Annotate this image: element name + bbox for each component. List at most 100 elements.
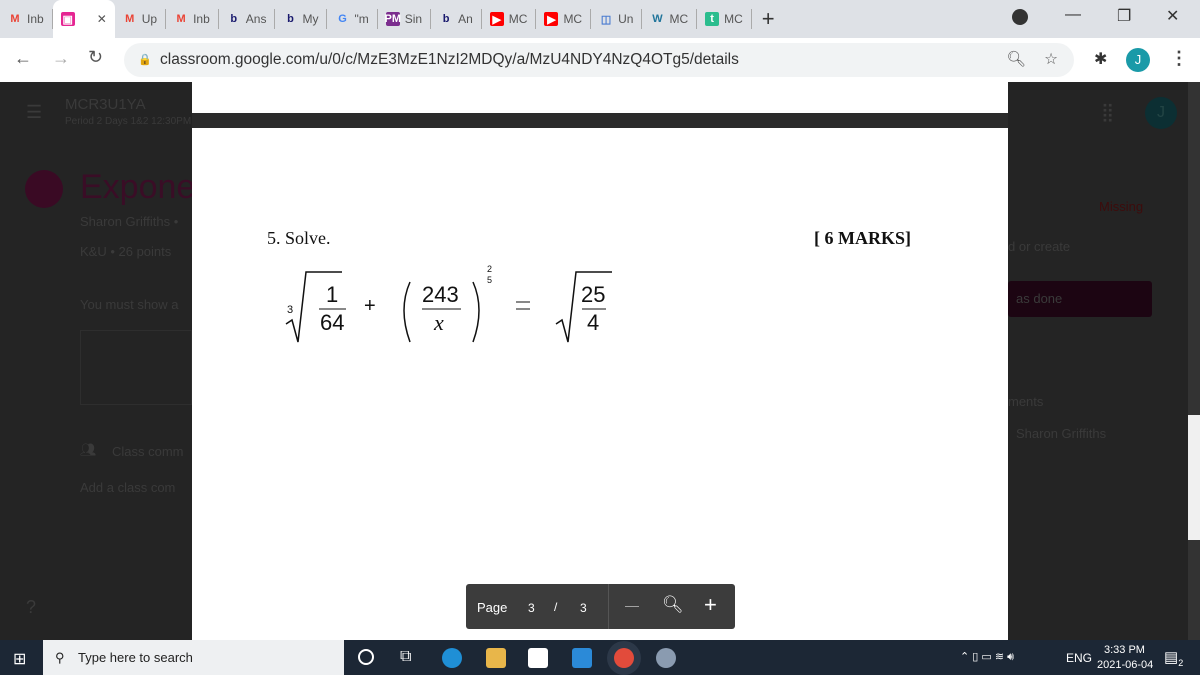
bartleby-icon: b	[287, 13, 294, 25]
profile-avatar[interactable]: J	[1126, 48, 1150, 72]
add-or-create-button[interactable]: d or create	[1008, 239, 1070, 254]
windows-start-icon[interactable]: ⊞	[13, 649, 26, 669]
clock-time[interactable]: 3:33 PM	[1104, 644, 1145, 656]
language-indicator[interactable]: ENG	[1066, 651, 1092, 665]
browser-tab[interactable]: ▶ MC	[482, 9, 537, 29]
apps-icon[interactable]: ⣿	[1101, 102, 1114, 123]
marks-label: [ 6 MARKS]	[814, 228, 911, 248]
tab-label: "m	[354, 12, 369, 26]
media-control-icon[interactable]	[1012, 9, 1028, 25]
chrome-icon[interactable]	[614, 648, 634, 668]
back-button[interactable]: ←	[14, 48, 32, 69]
edge-icon[interactable]	[442, 648, 462, 668]
page-label: Page	[477, 600, 508, 615]
url-text: classroom.google.com/u/0/c/MzE3MzE1NzI2M…	[160, 51, 739, 68]
taskbar: ⊞ ⚲ Type here to search ⧉ ⌃ ▯ ▭ ≋ 🔊︎ ENG …	[0, 640, 1200, 675]
close-window-button[interactable]: ✕	[1166, 6, 1179, 26]
private-comment-link[interactable]: Sharon Griffiths	[1016, 426, 1106, 441]
frac1-denominator: 64	[320, 310, 345, 335]
browser-tab[interactable]: M Up	[115, 9, 167, 29]
task-view-icon[interactable]: ⧉	[400, 648, 411, 666]
cortana-icon[interactable]	[358, 649, 374, 665]
browser-tab[interactable]: ▣ ✕	[52, 0, 115, 38]
search-placeholder: Type here to search	[78, 650, 193, 665]
tab-label: My	[302, 12, 319, 26]
tab-label: Inb	[27, 12, 44, 26]
hamburger-icon[interactable]: ☰	[26, 102, 42, 123]
people-icon: 👥︎	[80, 442, 97, 457]
file-explorer-icon[interactable]	[486, 648, 506, 668]
browser-tab[interactable]: b An	[431, 9, 482, 29]
close-tab-icon[interactable]: ✕	[97, 12, 107, 26]
reload-button[interactable]: ↻	[88, 47, 103, 68]
browser-tab[interactable]: G "m	[327, 9, 378, 29]
frac3-numerator: 25	[581, 282, 606, 307]
help-icon[interactable]: ?	[26, 597, 36, 618]
menu-icon[interactable]: ⋮	[1170, 48, 1188, 69]
youtube-icon: ▶	[489, 12, 504, 26]
zoom-icon[interactable]: 🔍︎	[1006, 43, 1026, 77]
browser-tab[interactable]: ▶ MC	[536, 9, 592, 29]
tab-label: MC	[563, 12, 583, 26]
notifications-icon[interactable]: ▤2	[1164, 648, 1183, 668]
page-separator: /	[554, 600, 558, 614]
add-class-comment-link[interactable]: Add a class com	[80, 480, 175, 495]
frac3-denominator: 4	[587, 310, 600, 335]
tab-label: MC	[669, 12, 689, 26]
tab-label: Up	[141, 12, 158, 26]
class-comments-label: Class comm	[112, 444, 184, 459]
page-controls: Page 3 / 3 — 🔍︎ +	[466, 584, 735, 629]
mail-icon[interactable]	[572, 648, 592, 668]
attachment-card[interactable]	[80, 330, 192, 405]
paint-icon[interactable]	[656, 648, 676, 668]
bartleby-icon: b	[230, 13, 238, 25]
restore-button[interactable]: ❐	[1117, 6, 1131, 26]
user-avatar[interactable]: J	[1145, 97, 1177, 129]
browser-tab[interactable]: M Inb	[166, 9, 219, 29]
document-viewer: 5. Solve. [ 6 MARKS] 3 1 64 + 243 x 2 5 …	[192, 82, 1008, 640]
tab-label: An	[458, 12, 473, 26]
frac2-denominator: x	[434, 310, 444, 335]
gmail-icon: M	[125, 13, 135, 25]
wordpress-icon: W	[652, 13, 663, 25]
url-input[interactable]: 🔒 classroom.google.com/u/0/c/MzE3MzE1NzI2…	[124, 43, 1074, 77]
browser-tab[interactable]: M Inb	[0, 9, 53, 29]
browser-tab[interactable]: b My	[275, 9, 328, 29]
bookmark-star-icon[interactable]: ☆	[1044, 43, 1058, 77]
mark-as-done-button[interactable]: as done	[1008, 281, 1152, 317]
equation: 3 1 64 + 243 x 2 5 25 4	[284, 262, 624, 352]
google-icon: G	[338, 13, 347, 25]
extensions-icon[interactable]: ✱	[1094, 49, 1107, 69]
t-icon: t	[705, 12, 720, 26]
zoom-in-button[interactable]: +	[704, 592, 717, 618]
assignment-icon	[25, 170, 63, 208]
browser-tab[interactable]: W MC	[642, 9, 698, 29]
exponent-denominator: 5	[487, 275, 493, 285]
minimize-button[interactable]: —	[1065, 6, 1081, 24]
scrollbar[interactable]	[1188, 82, 1200, 640]
store-icon[interactable]	[528, 648, 548, 668]
browser-tab[interactable]: t MC	[697, 9, 752, 29]
plus-sign: +	[364, 295, 376, 317]
browser-tab[interactable]: ◫ Un	[591, 9, 643, 29]
clock-date[interactable]: 2021-06-04	[1097, 659, 1153, 671]
forward-button[interactable]: →	[52, 48, 70, 69]
zoom-out-button[interactable]: —	[625, 597, 639, 613]
browser-tab[interactable]: b Ans	[219, 9, 276, 29]
browser-tab[interactable]: PM Sin	[378, 9, 432, 29]
exponent-numerator: 2	[487, 264, 493, 274]
new-tab-button[interactable]: +	[762, 6, 775, 32]
pm-icon: PM	[384, 12, 401, 26]
tray-icons[interactable]: ⌃ ▯ ▭ ≋ 🔊︎	[960, 650, 1014, 664]
tab-label: Un	[618, 12, 634, 26]
zoom-fit-icon[interactable]: 🔍︎	[662, 595, 684, 615]
total-pages: 3	[580, 601, 587, 615]
current-page[interactable]: 3	[528, 601, 535, 615]
instructions: You must show a	[80, 297, 179, 312]
gmail-icon: M	[176, 13, 186, 25]
classroom-icon: ▣	[60, 12, 75, 26]
taskbar-search[interactable]: ⚲ Type here to search	[43, 640, 344, 675]
class-name: MCR3U1YA	[65, 96, 146, 113]
frac2-numerator: 243	[422, 282, 459, 307]
tab-label: Inb	[193, 12, 210, 26]
